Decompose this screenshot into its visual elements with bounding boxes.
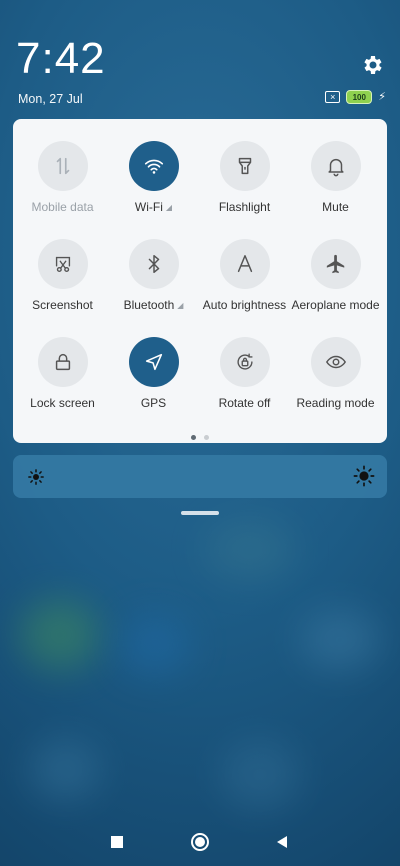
quick-tile-label: Bluetooth ◢ [107,298,200,312]
quick-tile-flashlight[interactable]: Flashlight [198,141,291,214]
tile-label-text: Rotate off [218,396,271,410]
tile-label-text: Lock screen [30,396,95,410]
tile-label-text: Auto brightness [202,298,287,312]
bluetooth-icon [128,239,179,289]
wallpaper-blur [20,600,100,670]
back-button[interactable] [270,830,294,854]
brightness-slider[interactable] [13,455,387,498]
tile-label-text: Flashlight [218,200,271,214]
airplane-icon [310,239,361,289]
quick-tile-label: Flashlight [198,200,291,214]
eye-icon [310,337,361,387]
quick-tile-lock-screen[interactable]: Lock screen [16,337,109,410]
tile-label-text: Bluetooth [123,298,175,312]
battery-icon: 100 [346,90,373,104]
quick-tile-label: Auto brightness [198,298,291,312]
clock-time[interactable]: 7:42 [16,34,106,84]
quick-tile-rotate-off[interactable]: Rotate off [198,337,291,410]
circle-icon [191,833,209,851]
battery-level: 100 [352,92,366,102]
wifi-icon [128,141,179,191]
quick-tile-label: GPS [107,396,200,410]
auto-brightness-icon [219,239,270,289]
tile-label-text: GPS [140,396,167,410]
quick-tile-reading-mode[interactable]: Reading mode [289,337,382,410]
page-dot [204,435,209,440]
quick-settings-panel: Reading mode Rotate off GPS Lock screen Aero… [13,119,387,443]
clock-date[interactable]: Mon, 27 Jul [18,92,83,106]
mobile-data-icon [37,141,88,191]
quick-tile-bluetooth[interactable]: Bluetooth ◢ [107,239,200,312]
recents-button[interactable] [105,830,129,854]
quick-tile-label: Mute [289,200,382,214]
square-icon [111,836,123,848]
navigation-bar [0,830,400,854]
location-icon [128,337,179,387]
brightness-low-icon [28,469,44,485]
gear-icon[interactable] [360,53,384,77]
tile-label-text: Mute [322,200,349,214]
drag-handle[interactable] [181,511,219,515]
wallpaper-blur [30,740,100,800]
wallpaper-blur [120,615,190,675]
charging-icon: ⚡ [378,91,386,103]
quick-tile-mute[interactable]: Mute [289,141,382,214]
wallpaper-blur [220,740,300,810]
tile-label-text: Wi-Fi [134,200,163,214]
brightness-high-icon [353,465,375,487]
wallpaper-blur [300,610,380,670]
expand-arrow-icon: ◢ [177,301,184,310]
quick-tile-wi-fi[interactable]: Wi-Fi ◢ [107,141,200,214]
flashlight-icon [219,141,270,191]
rotate-lock-icon [219,337,270,387]
quick-tile-label: Screenshot [16,298,109,312]
tile-label-text: Mobile data [31,200,94,214]
quick-tile-label: Aeroplane mode [289,298,382,312]
quick-tile-label: Rotate off [198,396,291,410]
quick-tile-label: Reading mode [289,396,382,410]
expand-arrow-icon: ◢ [165,203,173,212]
page-indicator [13,435,387,440]
tile-label-text: Screenshot [32,298,93,312]
lock-icon [37,337,88,387]
page-dot [191,435,196,440]
quick-tile-label: Wi-Fi ◢ [107,200,200,214]
quick-tile-mobile-data[interactable]: Mobile data [16,141,109,214]
home-button[interactable] [188,830,212,854]
screenshot-icon [37,239,88,289]
quick-tile-label: Lock screen [16,396,109,410]
status-icons: × 100 ⚡ [325,90,386,104]
quick-tile-label: Mobile data [16,200,109,214]
quick-tile-auto-brightness[interactable]: Auto brightness [198,239,291,312]
quick-tile-gps[interactable]: GPS [107,337,200,410]
no-sim-icon: × [325,91,341,103]
bell-icon [310,141,361,191]
quick-tile-screenshot[interactable]: Screenshot [16,239,109,312]
tile-label-text: Reading mode [296,396,375,410]
triangle-back-icon [277,836,287,848]
tile-label-text: Aeroplane mode [291,298,380,312]
wallpaper-blur [205,520,295,580]
quick-tile-aeroplane-mode[interactable]: Aeroplane mode [289,239,382,312]
